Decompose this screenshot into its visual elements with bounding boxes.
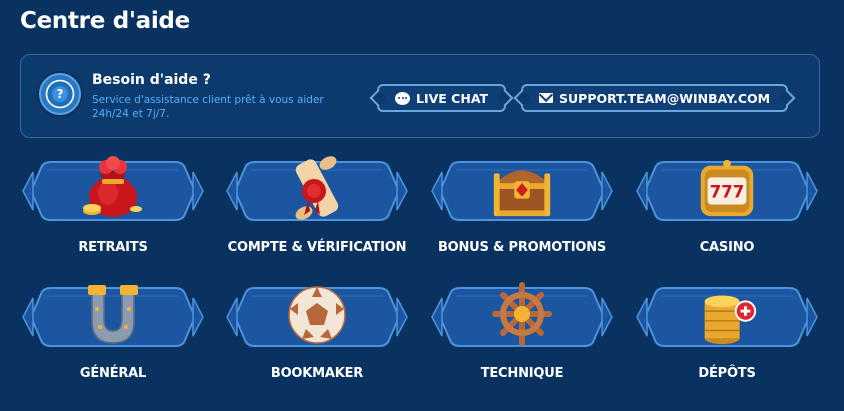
category-technique[interactable]: TECHNIQUE <box>426 278 618 398</box>
category-compte-verification[interactable]: COMPTE & VÉRIFICATION <box>221 152 413 272</box>
live-chat-button[interactable]: LIVE CHAT <box>377 84 507 112</box>
svg-text:777: 777 <box>710 183 744 202</box>
treasure-chest-icon <box>488 152 556 224</box>
football-icon <box>283 278 351 350</box>
category-label: CASINO <box>699 240 755 255</box>
horseshoe-icon <box>79 278 147 350</box>
category-label: RETRAITS <box>78 240 148 255</box>
category-label: COMPTE & VÉRIFICATION <box>227 240 407 255</box>
category-depots[interactable]: DÉPÔTS <box>631 278 823 398</box>
slot-machine-icon: 777 <box>693 152 761 224</box>
mail-icon <box>539 93 553 103</box>
ship-wheel-icon <box>488 278 556 350</box>
question-icon: ? <box>39 73 81 115</box>
support-email-button[interactable]: SUPPORT.TEAM@WINBAY.COM <box>521 84 789 112</box>
help-title: Besoin d'aide ? <box>92 72 211 88</box>
category-label: GÉNÉRAL <box>79 366 147 381</box>
money-bag-icon <box>79 152 147 224</box>
coin-stack-icon <box>693 278 761 350</box>
help-banner: ? Besoin d'aide ? Service d'assistance c… <box>20 54 820 138</box>
page-title: Centre d'aide <box>20 8 190 34</box>
scroll-seal-icon <box>283 152 351 224</box>
category-label: BONUS & PROMOTIONS <box>437 240 607 255</box>
category-retraits[interactable]: RETRAITS <box>17 152 209 272</box>
category-casino[interactable]: 777 CASINO <box>631 152 823 272</box>
category-label: TECHNIQUE <box>480 366 564 381</box>
category-general[interactable]: GÉNÉRAL <box>17 278 209 398</box>
live-chat-label: LIVE CHAT <box>416 90 489 106</box>
chat-icon <box>395 91 410 105</box>
help-subtitle: Service d'assistance client prêt à vous … <box>92 94 324 120</box>
category-label: DÉPÔTS <box>698 366 756 381</box>
category-label: BOOKMAKER <box>270 366 364 381</box>
category-bonus-promotions[interactable]: BONUS & PROMOTIONS <box>426 152 618 272</box>
category-bookmaker[interactable]: BOOKMAKER <box>221 278 413 398</box>
support-email-label: SUPPORT.TEAM@WINBAY.COM <box>559 90 771 106</box>
